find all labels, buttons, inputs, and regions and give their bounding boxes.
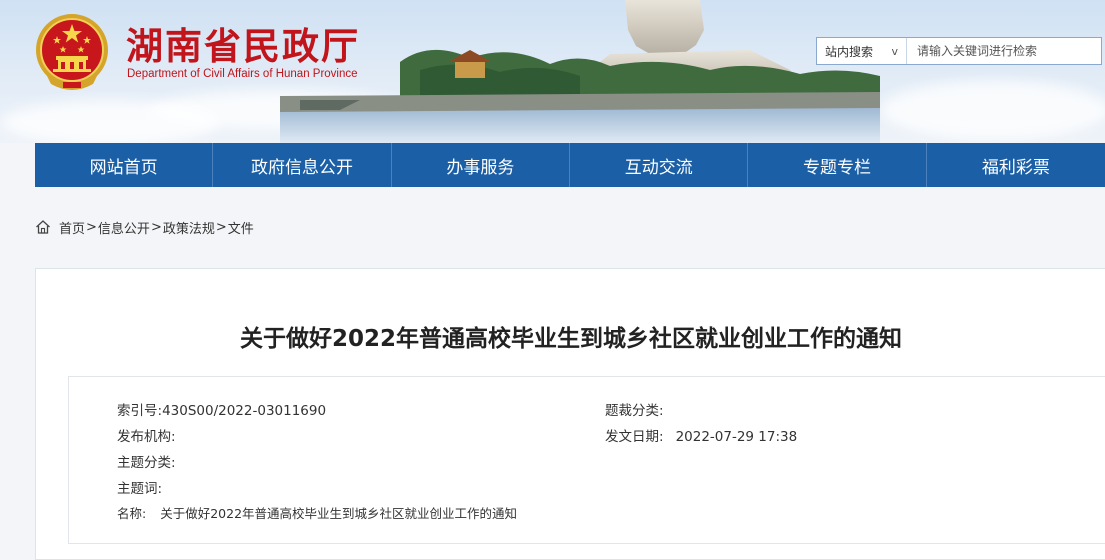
breadcrumb-home[interactable]: 首页	[59, 218, 85, 237]
meta-date: 发文日期: 2022-07-29 17:38	[605, 425, 797, 445]
meta-value: 关于做好2022年普通高校毕业生到城乡社区就业创业工作的通知	[160, 506, 518, 521]
nav-item-welfare-lottery[interactable]: 福利彩票	[927, 143, 1105, 187]
meta-genre: 题裁分类:	[605, 399, 670, 419]
meta-index-no: 索引号:430S00/2022-03011690	[117, 399, 326, 419]
meta-keywords: 主题词:	[117, 477, 168, 497]
meta-label: 索引号:	[117, 403, 163, 419]
article-metadata: 索引号:430S00/2022-03011690 题裁分类: 发布机构: 发文日…	[68, 376, 1105, 544]
breadcrumb-separator: >	[150, 219, 162, 235]
nav-item-services[interactable]: 办事服务	[392, 143, 571, 187]
search-scope-label: 站内搜索	[825, 44, 874, 59]
breadcrumb-separator: >	[86, 219, 97, 235]
header-scenery-image	[280, 0, 880, 143]
meta-label: 主题分类:	[117, 455, 176, 471]
main-nav: 网站首页 政府信息公开 办事服务 互动交流 专题专栏 福利彩票	[35, 143, 1105, 187]
breadcrumb-documents[interactable]: 文件	[228, 218, 254, 237]
meta-label: 题裁分类:	[605, 403, 664, 419]
nav-item-special-topics[interactable]: 专题专栏	[748, 143, 927, 187]
search-bar: 站内搜索 v	[816, 37, 1102, 65]
home-icon[interactable]	[35, 219, 51, 235]
meta-value: 430S00/2022-03011690	[162, 403, 327, 419]
article-title: 关于做好2022年普通高校毕业生到城乡社区就业创业工作的通知	[239, 326, 902, 352]
meta-label: 主题词:	[117, 481, 163, 497]
meta-label: 发布机构:	[117, 429, 176, 445]
search-scope-select[interactable]: 站内搜索 v	[817, 38, 907, 64]
breadcrumb-separator: >	[215, 219, 227, 235]
nav-item-home[interactable]: 网站首页	[35, 143, 214, 187]
breadcrumb: 首页 > 信息公开 > 政策法规 > 文件	[35, 215, 254, 239]
breadcrumb-policies[interactable]: 政策法规	[163, 218, 215, 237]
nav-item-interaction[interactable]: 互动交流	[570, 143, 749, 187]
cloud-decoration	[880, 80, 1105, 140]
national-emblem-icon[interactable]	[33, 12, 111, 92]
breadcrumb-info-disclosure[interactable]: 信息公开	[98, 218, 150, 237]
meta-label: 发文日期:	[605, 429, 664, 445]
cloud-decoration	[0, 100, 220, 143]
meta-publisher: 发布机构:	[117, 425, 182, 445]
meta-name: 名称: 关于做好2022年普通高校毕业生到城乡社区就业创业工作的通知	[117, 503, 517, 522]
meta-value: 2022-07-29 17:38	[675, 429, 798, 445]
site-header: 湖南省民政厅 Department of Civil Affairs of Hu…	[0, 0, 1105, 143]
chevron-down-icon: v	[891, 44, 898, 58]
meta-label: 名称:	[117, 506, 147, 521]
article-panel: 关于做好2022年普通高校毕业生到城乡社区就业创业工作的通知 索引号:430S0…	[35, 268, 1105, 560]
nav-item-info-disclosure[interactable]: 政府信息公开	[213, 143, 392, 187]
search-input[interactable]	[907, 38, 1101, 64]
meta-topic: 主题分类:	[117, 451, 182, 471]
